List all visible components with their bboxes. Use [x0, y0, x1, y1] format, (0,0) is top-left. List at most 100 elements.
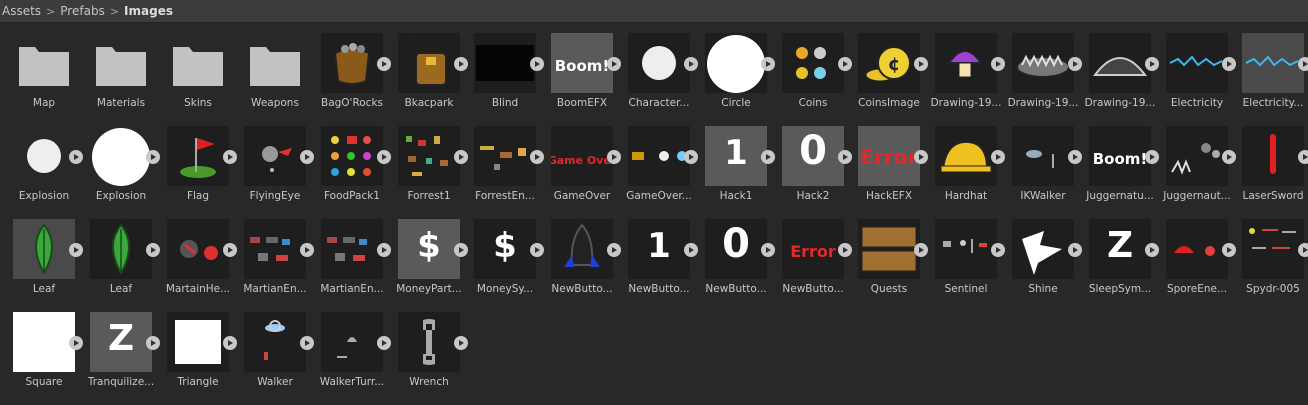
expand-play-icon[interactable] — [377, 150, 391, 164]
asset-item[interactable]: LaserSword — [1239, 116, 1308, 206]
expand-play-icon[interactable] — [1298, 57, 1308, 71]
expand-play-icon[interactable] — [914, 150, 928, 164]
expand-play-icon[interactable] — [377, 336, 391, 350]
expand-play-icon[interactable] — [991, 150, 1005, 164]
expand-play-icon[interactable] — [1222, 243, 1236, 257]
asset-item[interactable]: 0 NewButto... — [702, 209, 775, 299]
asset-item[interactable]: Bkacpark — [395, 23, 468, 113]
expand-play-icon[interactable] — [1068, 150, 1082, 164]
asset-item[interactable]: MartianEn... — [318, 209, 391, 299]
expand-play-icon[interactable] — [300, 150, 314, 164]
asset-item[interactable]: Error HackEFX — [855, 116, 928, 206]
expand-play-icon[interactable] — [991, 57, 1005, 71]
asset-item[interactable]: Flag — [164, 116, 237, 206]
expand-play-icon[interactable] — [530, 243, 544, 257]
asset-item[interactable]: SporeEne... — [1163, 209, 1236, 299]
asset-item[interactable]: Circle — [702, 23, 775, 113]
expand-play-icon[interactable] — [454, 243, 468, 257]
expand-play-icon[interactable] — [761, 57, 775, 71]
asset-item[interactable]: $ MoneyPart... — [395, 209, 468, 299]
expand-play-icon[interactable] — [991, 243, 1005, 257]
expand-play-icon[interactable] — [223, 336, 237, 350]
folder-item[interactable]: Map — [10, 23, 72, 113]
expand-play-icon[interactable] — [146, 150, 160, 164]
breadcrumb-images[interactable]: Images — [124, 4, 173, 18]
asset-item[interactable]: 1 NewButto... — [625, 209, 698, 299]
asset-item[interactable]: Square — [10, 302, 83, 392]
expand-play-icon[interactable] — [1145, 243, 1159, 257]
folder-item[interactable]: Materials — [87, 23, 149, 113]
asset-item[interactable]: Blind — [471, 23, 544, 113]
expand-play-icon[interactable] — [684, 150, 698, 164]
expand-play-icon[interactable] — [1298, 243, 1308, 257]
asset-item[interactable]: Game Over GameOver — [548, 116, 621, 206]
asset-item[interactable]: Drawing-19... — [1008, 23, 1082, 113]
asset-item[interactable]: Coins — [779, 23, 852, 113]
asset-item[interactable]: Explosion — [10, 116, 83, 206]
asset-item[interactable]: BagO'Rocks — [318, 23, 391, 113]
expand-play-icon[interactable] — [300, 336, 314, 350]
expand-play-icon[interactable] — [914, 57, 928, 71]
folder-item[interactable]: Skins — [164, 23, 226, 113]
breadcrumb-prefabs[interactable]: Prefabs — [60, 4, 105, 18]
expand-play-icon[interactable] — [838, 243, 852, 257]
expand-play-icon[interactable] — [454, 336, 468, 350]
asset-item[interactable]: Leaf — [87, 209, 160, 299]
asset-item[interactable]: Character... — [625, 23, 698, 113]
expand-play-icon[interactable] — [454, 150, 468, 164]
expand-play-icon[interactable] — [69, 336, 83, 350]
asset-item[interactable]: Forrest1 — [395, 116, 468, 206]
expand-play-icon[interactable] — [377, 57, 391, 71]
asset-item[interactable]: Hardhat — [932, 116, 1005, 206]
asset-item[interactable]: Shine — [1009, 209, 1082, 299]
expand-play-icon[interactable] — [684, 243, 698, 257]
expand-play-icon[interactable] — [1222, 150, 1236, 164]
asset-item[interactable]: Spydr-005 — [1239, 209, 1308, 299]
expand-play-icon[interactable] — [454, 57, 468, 71]
folder-item[interactable]: Weapons — [241, 23, 303, 113]
asset-item[interactable]: MartainHe... — [164, 209, 237, 299]
asset-item[interactable]: Triangle — [164, 302, 237, 392]
expand-play-icon[interactable] — [530, 57, 544, 71]
expand-play-icon[interactable] — [1068, 243, 1082, 257]
asset-item[interactable]: WalkerTurr... — [318, 302, 391, 392]
expand-play-icon[interactable] — [607, 150, 621, 164]
asset-item[interactable]: 1 Hack1 — [702, 116, 775, 206]
expand-play-icon[interactable] — [607, 243, 621, 257]
asset-item[interactable]: Z Tranquilize... — [87, 302, 160, 392]
expand-play-icon[interactable] — [838, 57, 852, 71]
expand-play-icon[interactable] — [223, 150, 237, 164]
asset-item[interactable]: MartianEn... — [241, 209, 314, 299]
asset-item[interactable]: Drawing-19... — [1085, 23, 1159, 113]
expand-play-icon[interactable] — [223, 243, 237, 257]
expand-play-icon[interactable] — [684, 57, 698, 71]
asset-item[interactable]: NewButto... — [548, 209, 621, 299]
expand-play-icon[interactable] — [607, 57, 621, 71]
asset-item[interactable]: ¢ CoinsImage — [855, 23, 928, 113]
asset-item[interactable]: Wrench — [395, 302, 468, 392]
expand-play-icon[interactable] — [761, 243, 775, 257]
asset-item[interactable]: Quests — [855, 209, 928, 299]
asset-item[interactable]: GameOver... — [625, 116, 698, 206]
expand-play-icon[interactable] — [530, 150, 544, 164]
expand-play-icon[interactable] — [377, 243, 391, 257]
expand-play-icon[interactable] — [1222, 57, 1236, 71]
asset-item[interactable]: Leaf — [10, 209, 83, 299]
asset-item[interactable]: Drawing-19... — [931, 23, 1005, 113]
expand-play-icon[interactable] — [146, 243, 160, 257]
expand-play-icon[interactable] — [146, 336, 160, 350]
asset-item[interactable]: Error NewButto... — [779, 209, 852, 299]
expand-play-icon[interactable] — [914, 243, 928, 257]
asset-item[interactable]: Electricity — [1163, 23, 1236, 113]
asset-item[interactable]: Juggernaut... — [1163, 116, 1236, 206]
expand-play-icon[interactable] — [69, 243, 83, 257]
asset-item[interactable]: FoodPack1 — [318, 116, 391, 206]
expand-play-icon[interactable] — [761, 150, 775, 164]
asset-item[interactable]: Walker — [241, 302, 314, 392]
expand-play-icon[interactable] — [1298, 150, 1308, 164]
expand-play-icon[interactable] — [838, 150, 852, 164]
asset-item[interactable]: Electricity... — [1239, 23, 1308, 113]
asset-item[interactable]: Boom! BoomEFX — [548, 23, 621, 113]
asset-item[interactable]: ForrestEn... — [471, 116, 544, 206]
breadcrumb-assets[interactable]: Assets — [2, 4, 41, 18]
